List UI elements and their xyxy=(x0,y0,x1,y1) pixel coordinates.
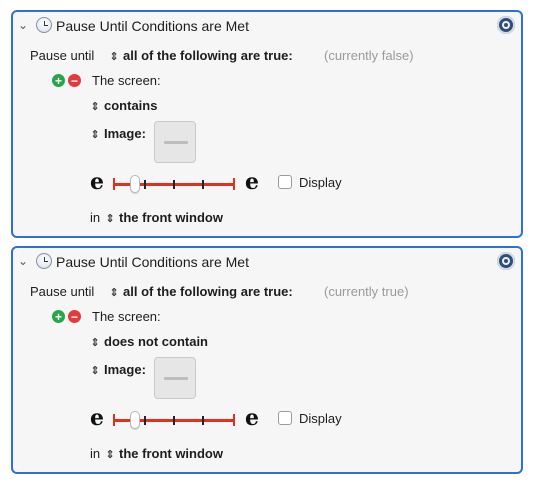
slider-thumb[interactable] xyxy=(130,411,140,429)
updown-icon: ⇕ xyxy=(90,365,100,377)
gear-icon[interactable] xyxy=(497,16,515,34)
display-checkbox[interactable] xyxy=(278,175,292,189)
fuzz-slider[interactable] xyxy=(113,410,235,430)
slider-thumb[interactable] xyxy=(130,175,140,193)
condition-mode-popup[interactable]: ⇕ all of the following are true: xyxy=(109,284,292,299)
image-well[interactable] xyxy=(154,121,196,163)
gear-icon[interactable] xyxy=(497,252,515,270)
pause-until-label: Pause until xyxy=(30,48,95,63)
add-condition-button[interactable]: + xyxy=(52,310,65,323)
add-condition-button[interactable]: + xyxy=(52,74,65,87)
fuzz-min-glyph: e xyxy=(90,405,104,431)
slider-tick xyxy=(173,416,175,425)
match-mode-popup[interactable]: ⇕ contains xyxy=(90,98,157,113)
condition-status: (currently false) xyxy=(324,48,414,63)
updown-icon: ⇕ xyxy=(105,213,115,225)
slider-tick xyxy=(144,416,146,425)
updown-icon: ⇕ xyxy=(109,287,119,299)
updown-icon: ⇕ xyxy=(90,101,100,113)
updown-icon: ⇕ xyxy=(105,449,115,461)
action-pause-until-1[interactable]: ⌄ Pause Until Conditions are Met Pause u… xyxy=(11,10,523,238)
fuzz-slider[interactable] xyxy=(113,174,235,194)
slider-tick xyxy=(173,180,175,189)
in-label: in xyxy=(90,210,101,225)
clock-icon xyxy=(36,253,52,269)
disclosure-chevron-icon[interactable]: ⌄ xyxy=(18,18,28,32)
updown-icon: ⇕ xyxy=(109,51,119,63)
fuzz-max-glyph: e xyxy=(245,405,259,431)
scope-popup[interactable]: ⇕ the front window xyxy=(105,210,223,225)
scope-popup[interactable]: ⇕ the front window xyxy=(105,446,223,461)
updown-icon: ⇕ xyxy=(90,129,100,141)
screen-condition-label: The screen: xyxy=(92,73,161,88)
display-checkbox[interactable] xyxy=(278,411,292,425)
screen-condition-label: The screen: xyxy=(92,309,161,324)
image-source-popup[interactable]: ⇕ Image: xyxy=(90,126,146,141)
match-mode-popup[interactable]: ⇕ does not contain xyxy=(90,334,208,349)
display-label: Display xyxy=(299,175,342,190)
disclosure-chevron-icon[interactable]: ⌄ xyxy=(18,254,28,268)
slider-tick xyxy=(202,416,204,425)
action-pause-until-2[interactable]: ⌄ Pause Until Conditions are Met Pause u… xyxy=(11,246,523,474)
in-label: in xyxy=(90,446,101,461)
condition-mode-popup[interactable]: ⇕ all of the following are true: xyxy=(109,48,292,63)
condition-status: (currently true) xyxy=(324,284,409,299)
action-title[interactable]: Pause Until Conditions are Met xyxy=(56,254,249,270)
fuzz-max-glyph: e xyxy=(245,169,259,195)
remove-condition-button[interactable]: − xyxy=(68,74,81,87)
image-well[interactable] xyxy=(154,357,196,399)
remove-condition-button[interactable]: − xyxy=(68,310,81,323)
slider-tick xyxy=(202,180,204,189)
display-label: Display xyxy=(299,411,342,426)
action-title[interactable]: Pause Until Conditions are Met xyxy=(56,18,249,34)
clock-icon xyxy=(36,17,52,33)
slider-tick xyxy=(144,180,146,189)
image-source-popup[interactable]: ⇕ Image: xyxy=(90,362,146,377)
updown-icon: ⇕ xyxy=(90,337,100,349)
pause-until-label: Pause until xyxy=(30,284,95,299)
fuzz-min-glyph: e xyxy=(90,169,104,195)
